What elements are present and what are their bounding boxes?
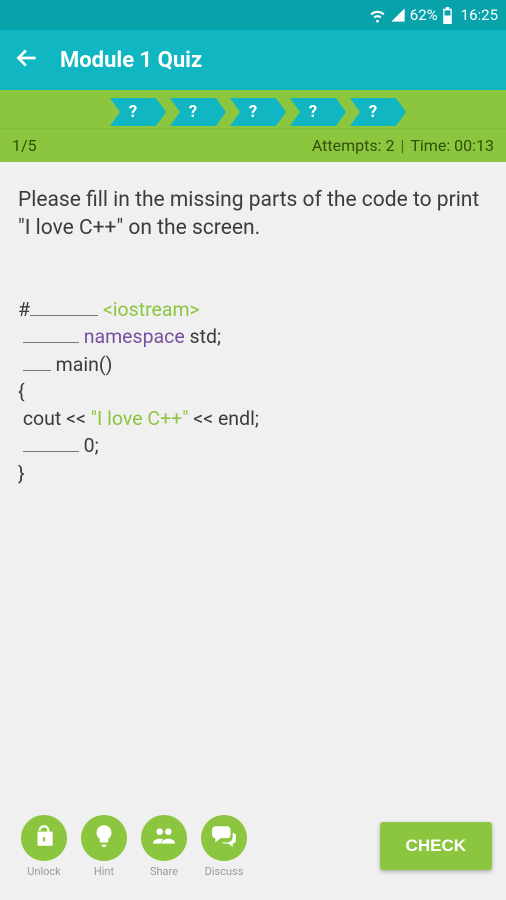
- code-text: std;: [185, 325, 221, 348]
- code-text: }: [18, 462, 25, 485]
- progress-step[interactable]: ?: [110, 98, 156, 126]
- code-text: namespace: [84, 325, 185, 348]
- blank-input[interactable]: [23, 324, 79, 344]
- unlock-button[interactable]: Unlock: [14, 815, 74, 878]
- hint-label: Hint: [94, 865, 114, 878]
- code-text: cout <<: [18, 407, 91, 430]
- progress-bar: ? ? ? ? ?: [0, 90, 506, 128]
- code-block: # <iostream> namespace std; main() { cou…: [18, 269, 488, 515]
- progress-step[interactable]: ?: [170, 98, 216, 126]
- signal-icon: [390, 7, 406, 23]
- info-bar: 1/5 Attempts: 2 | Time: 00:13: [0, 128, 506, 162]
- attempts-label: Attempts: 2: [312, 136, 395, 155]
- status-bar: 62% 16:25: [0, 0, 506, 30]
- progress-step[interactable]: ?: [350, 98, 396, 126]
- progress-step[interactable]: ?: [290, 98, 336, 126]
- discuss-button[interactable]: Discuss: [194, 815, 254, 878]
- code-text: "I love C++": [91, 407, 189, 430]
- blank-input[interactable]: [23, 433, 79, 453]
- code-text: {: [18, 380, 25, 403]
- separator: |: [400, 136, 404, 155]
- back-button[interactable]: [14, 45, 40, 75]
- battery-percent: 62%: [410, 6, 438, 24]
- discuss-label: Discuss: [205, 865, 244, 878]
- code-text: main(): [51, 353, 113, 376]
- share-label: Share: [150, 865, 178, 878]
- wifi-icon: [369, 7, 386, 24]
- share-button[interactable]: Share: [134, 815, 194, 878]
- chat-icon: [211, 823, 237, 853]
- page-title: Module 1 Quiz: [60, 48, 202, 73]
- check-button[interactable]: CHECK: [380, 822, 492, 870]
- progress-step[interactable]: ?: [230, 98, 276, 126]
- question-prompt: Please fill in the missing parts of the …: [18, 186, 488, 243]
- question-counter: 1/5: [12, 136, 37, 155]
- hint-button[interactable]: Hint: [74, 815, 134, 878]
- blank-input[interactable]: [30, 296, 98, 316]
- question-area: Please fill in the missing parts of the …: [0, 162, 506, 798]
- code-text: << endl;: [188, 407, 258, 430]
- clock-time: 16:25: [461, 6, 498, 24]
- code-text: #: [18, 298, 30, 321]
- app-bar: Module 1 Quiz: [0, 30, 506, 90]
- bottom-bar: Unlock Hint Share Discuss CHECK: [0, 798, 506, 900]
- code-text: <iostream>: [103, 298, 200, 321]
- people-icon: [151, 823, 177, 853]
- time-label: Time: 00:13: [410, 136, 494, 155]
- lightbulb-icon: [91, 823, 117, 853]
- code-text: 0;: [79, 434, 99, 457]
- blank-input[interactable]: [23, 351, 51, 371]
- battery-icon: [442, 7, 453, 24]
- unlock-icon: [31, 823, 57, 853]
- unlock-label: Unlock: [27, 865, 61, 878]
